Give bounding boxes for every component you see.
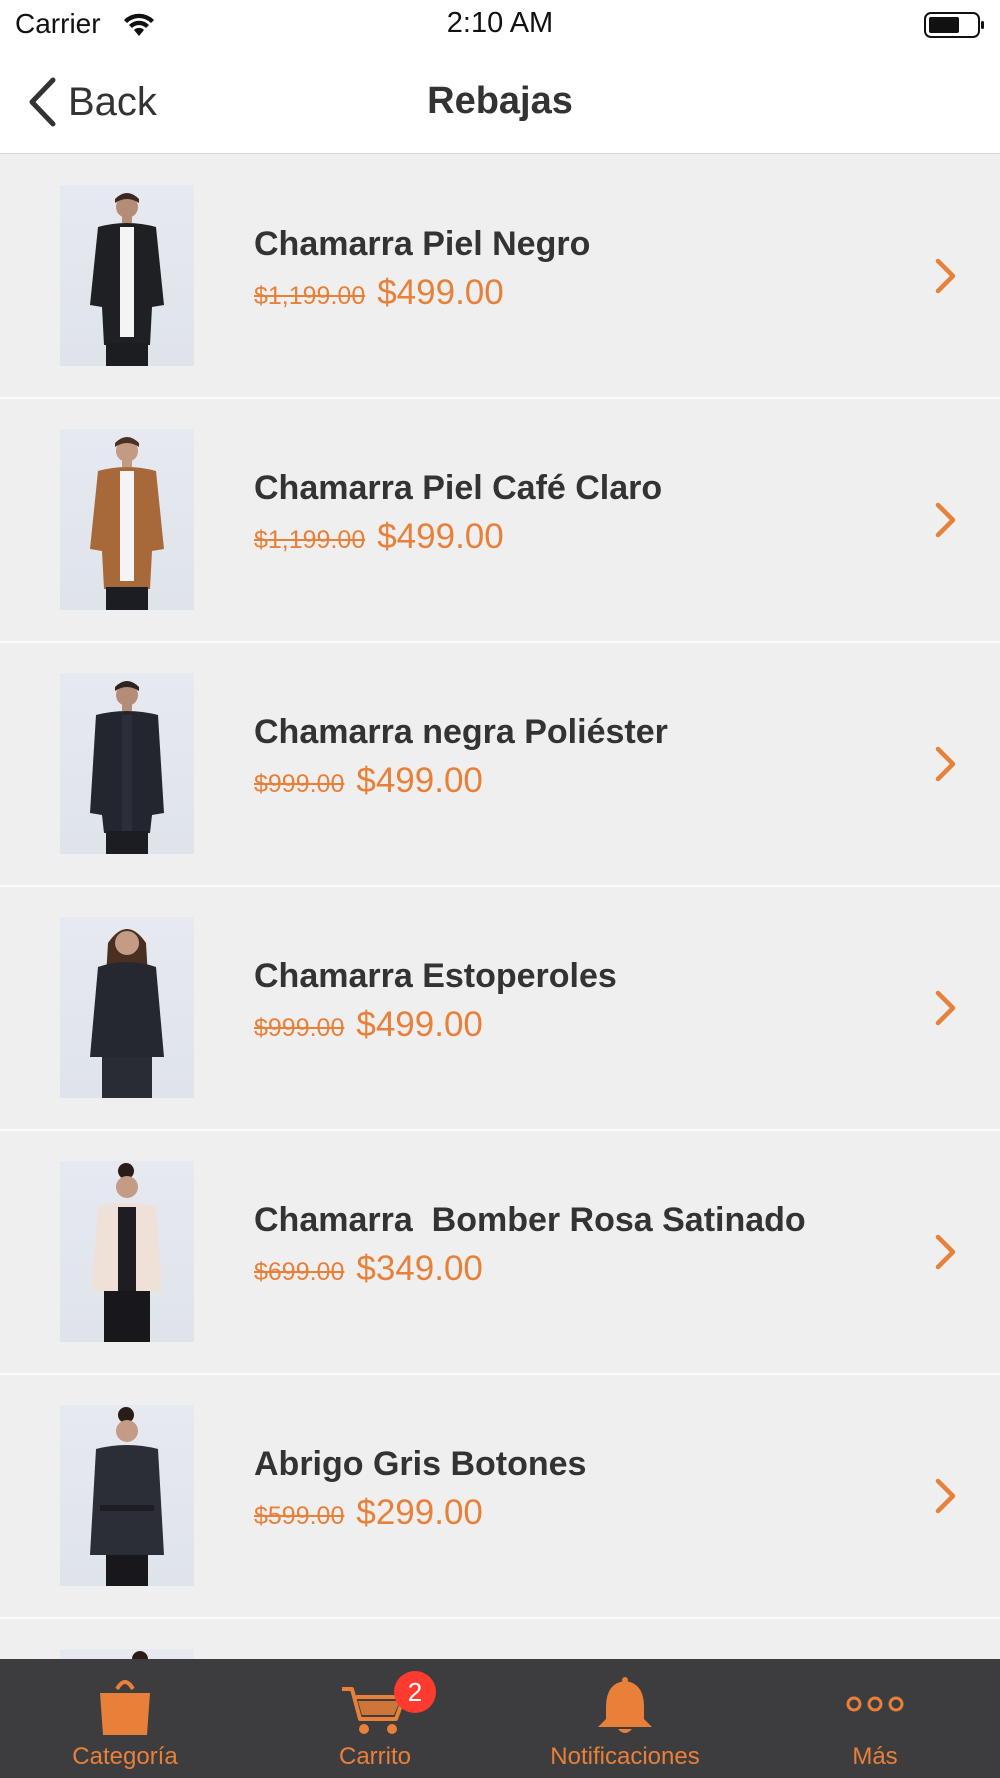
original-price: $1,199.00 [254,282,366,310]
product-image [60,673,194,854]
product-row[interactable]: Chamarra Bomber Rosa Satinado $699.00 $3… [0,1131,1000,1375]
price-line: $599.00 $299.00 [254,1493,483,1533]
product-image [60,1161,194,1342]
battery-icon [924,12,984,38]
product-image [60,429,194,610]
navigation-bar: Back Rebajas [0,50,1000,154]
price-line: $1,199.00 $499.00 [254,273,504,313]
chevron-right-icon [935,1234,956,1270]
bell-icon [598,1677,652,1733]
product-row[interactable]: Chamarra Piel Café Claro $1,199.00 $499.… [0,399,1000,643]
shopping-bag-icon [100,1680,150,1735]
product-name: Chamarra Piel Negro [254,225,591,263]
tab-mas[interactable]: Más [750,1659,1000,1778]
product-image [60,1649,194,1659]
sale-price: $499.00 [377,273,504,312]
product-row[interactable]: Chamarra negra Poliéster $999.00 $499.00 [0,643,1000,887]
tab-categoria[interactable]: Categoría [0,1659,250,1778]
product-image [60,185,194,366]
price-line: $999.00 $499.00 [254,761,483,801]
original-price: $1,199.00 [254,526,366,554]
product-row[interactable]: Chamarra Estoperoles $999.00 $499.00 [0,887,1000,1131]
product-name: Abrigo Gris Botones [254,1445,587,1483]
sale-price: $499.00 [356,1005,483,1044]
sale-price: $499.00 [356,761,483,800]
tab-label: Carrito [338,1743,411,1770]
original-price: $999.00 [254,770,345,798]
tab-label: Más [852,1743,898,1770]
sale-price: $499.00 [377,517,504,556]
chevron-right-icon [935,502,956,538]
price-line: $999.00 $499.00 [254,1005,483,1045]
product-image [60,1405,194,1586]
original-price: $699.00 [254,1258,345,1286]
chevron-right-icon [935,1478,956,1514]
page-title: Rebajas [427,80,573,122]
tab-label: Categoría [72,1743,178,1770]
tab-notificaciones[interactable]: Notificaciones [500,1659,750,1778]
chevron-right-icon [935,746,956,782]
original-price: $999.00 [254,1014,345,1042]
product-list[interactable]: Chamarra Piel Negro $1,199.00 $499.00 Ch… [0,155,1000,1659]
original-price: $599.00 [254,1502,345,1530]
product-row[interactable]: Abrigo Gris Botones $599.00 $299.00 [0,1375,1000,1619]
status-bar: Carrier 2:10 AM [0,0,1000,50]
clock-label: 2:10 AM [446,7,554,39]
chevron-right-icon [935,258,956,294]
product-image [60,917,194,1098]
sale-price: $299.00 [356,1493,483,1532]
cart-count-badge: 2 [394,1671,436,1713]
product-name: Chamarra Piel Café Claro [254,469,663,507]
tab-label: Notificaciones [550,1743,700,1770]
product-name: Chamarra Estoperoles [254,957,617,995]
product-name: Chamarra Bomber Rosa Satinado [254,1201,806,1239]
product-row-partial[interactable] [0,1619,1000,1659]
more-icon [846,1696,904,1712]
tab-bar: Categoría 2 Carrito Notificaciones Más [0,1659,1000,1778]
tab-carrito[interactable]: 2 Carrito [250,1659,500,1778]
sale-price: $349.00 [356,1249,483,1288]
product-row[interactable]: Chamarra Piel Negro $1,199.00 $499.00 [0,155,1000,399]
price-line: $1,199.00 $499.00 [254,517,504,557]
product-name: Chamarra negra Poliéster [254,713,668,751]
price-line: $699.00 $349.00 [254,1249,483,1289]
chevron-right-icon [935,990,956,1026]
